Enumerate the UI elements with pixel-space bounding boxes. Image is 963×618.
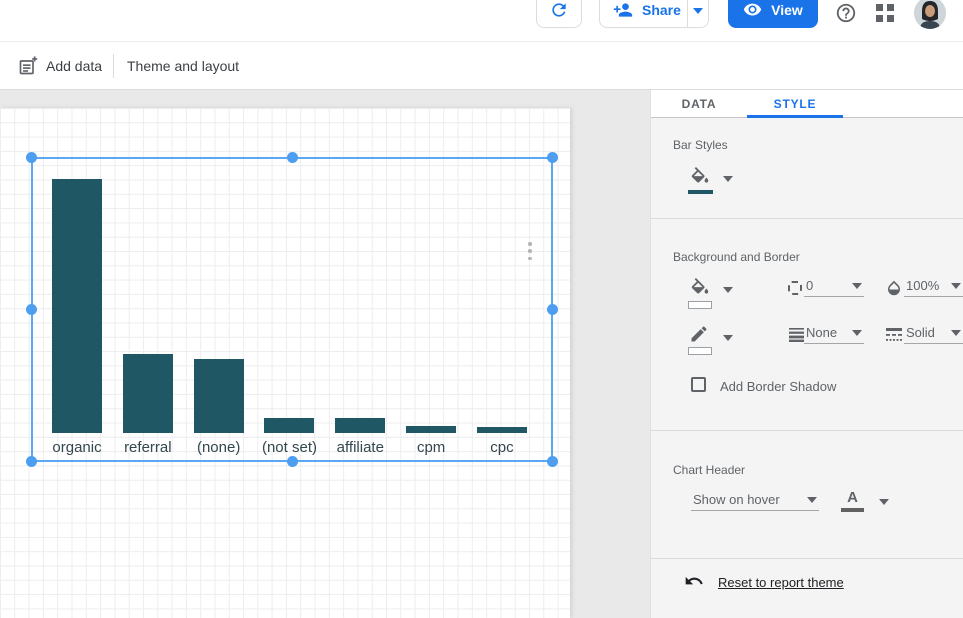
add-data-icon <box>18 56 38 76</box>
add-data-button[interactable]: Add data <box>18 42 102 90</box>
theme-layout-label: Theme and layout <box>127 58 239 74</box>
border-style-caret-icon <box>951 330 961 336</box>
share-label: Share <box>642 2 681 18</box>
share-button[interactable]: Share <box>599 0 709 28</box>
edit-toolbar: Add data Theme and layout <box>0 42 963 90</box>
border-color-pencil-icon[interactable] <box>689 324 709 344</box>
view-button[interactable]: View <box>728 0 818 28</box>
app-header: Share View <box>0 0 963 42</box>
border-style-icon <box>886 328 902 342</box>
corner-radius-caret-icon <box>852 283 862 289</box>
reset-to-theme-link[interactable]: Reset to report theme <box>718 575 844 590</box>
opacity-caret-icon <box>951 283 961 289</box>
share-dropdown-caret-icon[interactable] <box>693 8 703 14</box>
corner-radius-value: 0 <box>806 278 813 293</box>
workspace: organicreferral(none)(not set)affiliatec… <box>0 90 963 618</box>
view-label: View <box>771 2 803 18</box>
divider <box>651 558 963 559</box>
border-color-dropdown-caret-icon[interactable] <box>723 335 733 341</box>
apps-grid-icon[interactable] <box>876 4 894 22</box>
chart-header-title: Chart Header <box>673 463 745 477</box>
resize-handle-ne[interactable] <box>547 152 558 163</box>
font-color-glyph: A <box>847 489 858 506</box>
border-shadow-label: Add Border Shadow <box>720 379 836 394</box>
background-border-title: Background and Border <box>673 250 800 264</box>
resize-handle-se[interactable] <box>547 456 558 467</box>
border-style-value: Solid <box>906 325 935 340</box>
panel-tabbar: DATA STYLE <box>651 90 963 118</box>
avatar-image <box>914 0 946 29</box>
chart-header-visibility-select[interactable]: Show on hover <box>691 489 819 511</box>
corner-radius-select[interactable]: 0 <box>804 275 864 297</box>
resize-handle-nw[interactable] <box>26 152 37 163</box>
chart-header-visibility-caret-icon <box>807 497 817 503</box>
chart-header-font-color-button[interactable]: A <box>841 489 864 512</box>
tab-data[interactable]: DATA <box>651 90 747 118</box>
share-split-divider <box>687 0 688 27</box>
background-color-swatch[interactable] <box>688 301 712 309</box>
undo-icon[interactable] <box>684 571 704 591</box>
resize-handle-sw[interactable] <box>26 456 37 467</box>
divider <box>651 430 963 431</box>
divider <box>651 218 963 219</box>
opacity-icon <box>885 279 903 297</box>
resize-handle-n[interactable] <box>287 152 298 163</box>
resize-handle-e[interactable] <box>547 304 558 315</box>
background-color-dropdown-caret-icon[interactable] <box>723 287 733 293</box>
font-color-swatch <box>841 508 864 512</box>
bar-color-swatch[interactable] <box>688 190 713 194</box>
chart-header-visibility-value: Show on hover <box>693 492 780 507</box>
user-avatar[interactable] <box>914 0 946 29</box>
tab-style[interactable]: STYLE <box>747 90 843 118</box>
add-data-label: Add data <box>46 58 102 74</box>
active-tab-indicator <box>747 115 843 118</box>
properties-panel: DATA STYLE Bar Styles Background and Bor… <box>650 90 963 618</box>
border-weight-caret-icon <box>852 330 862 336</box>
help-icon[interactable] <box>835 2 857 24</box>
theme-layout-button[interactable]: Theme and layout <box>127 42 239 90</box>
border-weight-icon <box>789 328 804 342</box>
border-color-swatch[interactable] <box>688 347 712 355</box>
bar-color-dropdown-caret-icon[interactable] <box>723 176 733 182</box>
person-add-icon <box>613 0 633 20</box>
refresh-icon <box>549 0 569 20</box>
chart-selection-frame[interactable] <box>31 157 553 462</box>
refresh-button[interactable] <box>536 0 582 28</box>
background-fill-color-icon[interactable] <box>689 278 711 300</box>
opacity-select[interactable]: 100% <box>904 275 963 297</box>
toolbar-divider <box>113 54 114 78</box>
border-weight-select[interactable]: None <box>804 322 864 344</box>
bar-styles-title: Bar Styles <box>673 138 728 152</box>
resize-handle-s[interactable] <box>287 456 298 467</box>
bar-fill-color-icon[interactable] <box>689 167 711 189</box>
resize-handle-w[interactable] <box>26 304 37 315</box>
chart-header-font-color-caret-icon[interactable] <box>879 499 889 505</box>
border-style-select[interactable]: Solid <box>904 322 963 344</box>
border-shadow-checkbox[interactable] <box>691 377 706 392</box>
opacity-value: 100% <box>906 278 939 293</box>
report-canvas[interactable]: organicreferral(none)(not set)affiliatec… <box>0 108 570 618</box>
border-weight-value: None <box>806 325 837 340</box>
eye-icon <box>743 0 762 19</box>
corner-radius-icon <box>788 281 802 295</box>
